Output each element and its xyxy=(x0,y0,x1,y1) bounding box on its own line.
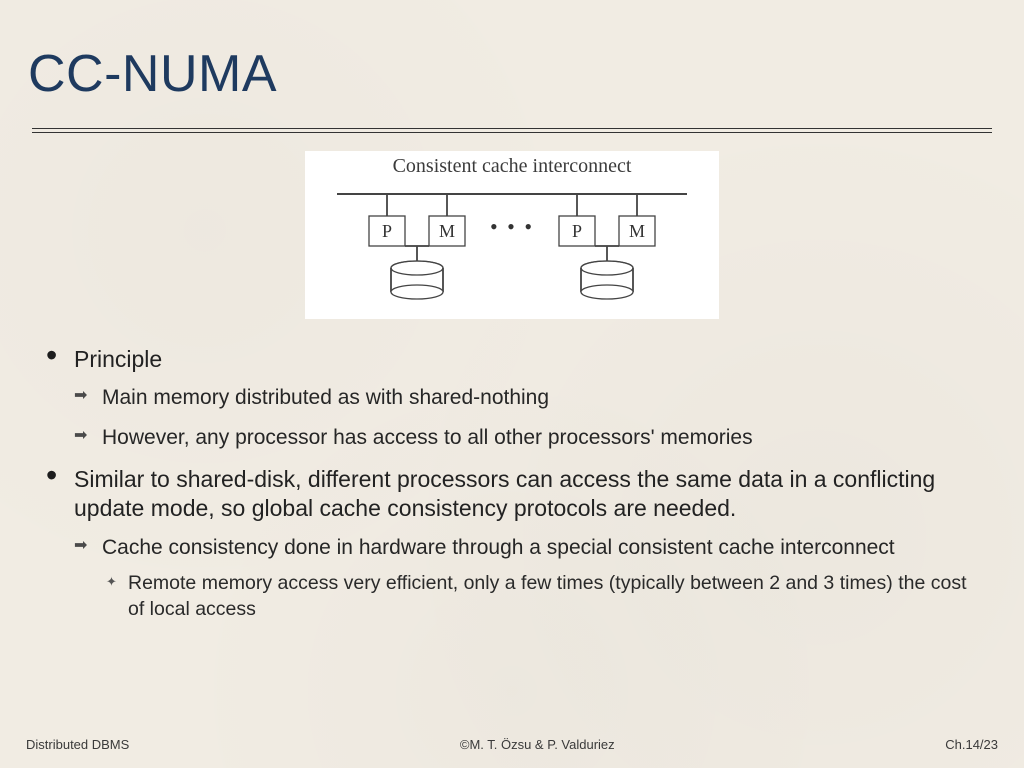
footer: Distributed DBMS ©M. T. Özsu & P. Valdur… xyxy=(0,737,1024,752)
sub-main-memory: Main memory distributed as with shared-n… xyxy=(74,384,984,411)
slide: CC-NUMA Consistent cache interconnect P … xyxy=(0,0,1024,768)
node-p-right: P xyxy=(572,221,582,241)
footer-left: Distributed DBMS xyxy=(26,737,129,752)
title-divider xyxy=(32,128,992,133)
bullet-principle-text: Principle xyxy=(74,345,984,374)
subsub-remote-memory: Remote memory access very efficient, onl… xyxy=(102,571,984,622)
diagram-dots: • • • xyxy=(490,214,534,239)
footer-right: Ch.14/23 xyxy=(945,737,998,752)
page-title: CC-NUMA xyxy=(28,44,996,104)
footer-center: ©M. T. Özsu & P. Valduriez xyxy=(129,737,945,752)
bullet-similar: Similar to shared-disk, different proces… xyxy=(40,465,984,622)
content-body: Principle Main memory distributed as wit… xyxy=(28,345,996,622)
diagram: Consistent cache interconnect P M • • • xyxy=(305,151,719,319)
bullet-similar-text: Similar to shared-disk, different proces… xyxy=(74,465,984,524)
diagram-label: Consistent cache interconnect xyxy=(317,155,707,178)
sub-cache-consistency: Cache consistency done in hardware throu… xyxy=(74,534,984,622)
node-p-left: P xyxy=(382,221,392,241)
sub-however: However, any processor has access to all… xyxy=(74,424,984,451)
node-m-right: M xyxy=(629,221,645,241)
diagram-svg: P M • • • P M xyxy=(317,182,707,306)
sub-cache-consistency-text: Cache consistency done in hardware throu… xyxy=(102,536,895,559)
diagram-container: Consistent cache interconnect P M • • • xyxy=(28,151,996,319)
node-m-left: M xyxy=(439,221,455,241)
bullet-principle: Principle Main memory distributed as wit… xyxy=(40,345,984,451)
